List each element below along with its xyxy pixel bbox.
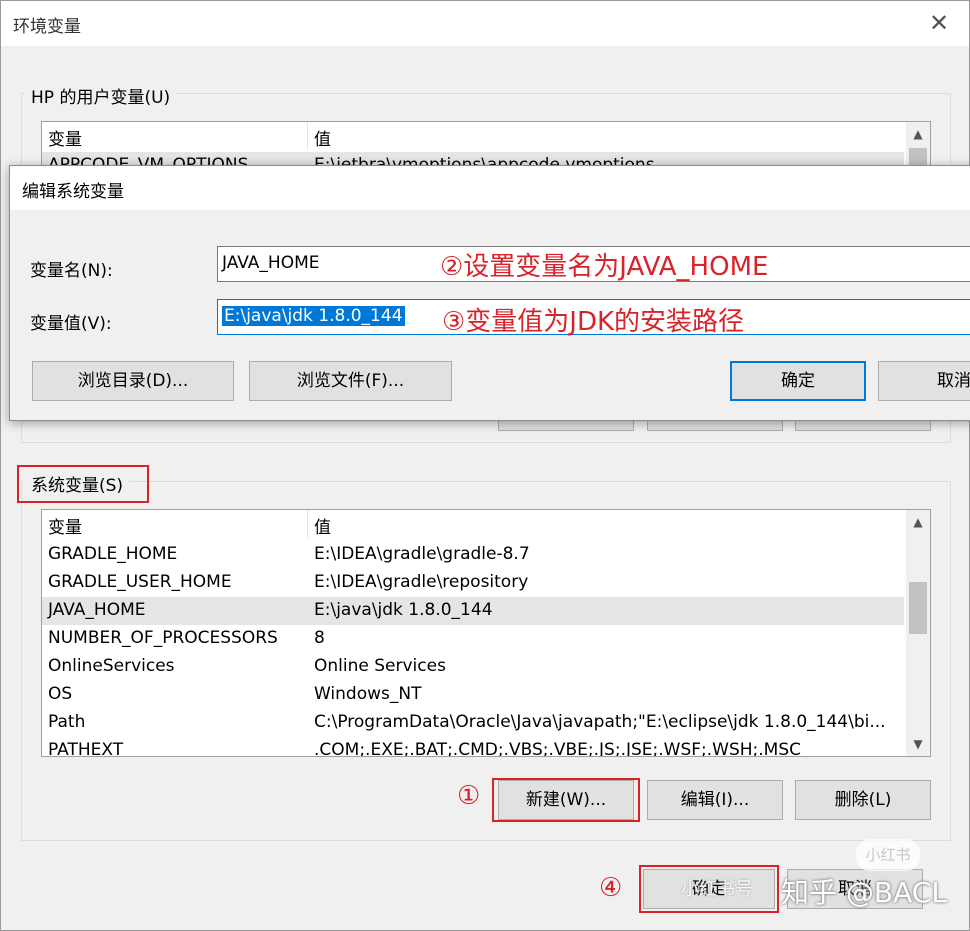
- column-header-variable[interactable]: 变量: [48, 125, 82, 150]
- annotation-box-new: [492, 778, 640, 822]
- variable-name: NUMBER_OF_PROCESSORS: [48, 628, 278, 648]
- scroll-up-icon[interactable]: ▲: [906, 122, 930, 146]
- variable-value: Online Services: [314, 656, 446, 676]
- annotation-step2: ②设置变量名为JAVA_HOME: [440, 252, 769, 282]
- dialog-ok-button[interactable]: 确定: [730, 361, 866, 401]
- scroll-up-icon[interactable]: ▲: [906, 510, 930, 534]
- variable-name-value: JAVA_HOME: [222, 253, 320, 273]
- variable-name: JAVA_HOME: [48, 600, 146, 620]
- variable-name: PATHEXT: [48, 740, 124, 757]
- variable-value: E:\IDEA\gradle\gradle-8.7: [314, 544, 530, 564]
- list-header: 变量 值: [42, 122, 930, 150]
- annotation-box-system-vars: [17, 465, 149, 503]
- dialog-titlebar: 编辑系统变量: [10, 166, 970, 210]
- variable-value: .COM;.EXE;.BAT;.CMD;.VBS;.VBE;.JS;.JSE;.…: [314, 740, 802, 757]
- table-row[interactable]: GRADLE_USER_HOME E:\IDEA\gradle\reposito…: [42, 569, 904, 597]
- table-row[interactable]: OnlineServices Online Services: [42, 653, 904, 681]
- scroll-down-icon[interactable]: ▼: [906, 732, 930, 756]
- variable-value: E:\IDEA\gradle\repository: [314, 572, 529, 592]
- annotation-step1: ①: [457, 781, 481, 811]
- variable-name: GRADLE_USER_HOME: [48, 572, 232, 592]
- dialog-title: 编辑系统变量: [22, 182, 124, 202]
- table-row-selected[interactable]: JAVA_HOME E:\java\jdk 1.8.0_144: [42, 597, 904, 625]
- zhihu-watermark: 知乎 @BACL: [781, 876, 947, 909]
- scroll-thumb[interactable]: [909, 582, 927, 634]
- table-row[interactable]: GRADLE_HOME E:\IDEA\gradle\gradle-8.7: [42, 541, 904, 569]
- variable-value: Windows_NT: [314, 684, 422, 704]
- variable-name: Path: [48, 712, 86, 732]
- variable-value: E:\java\jdk 1.8.0_144: [314, 600, 493, 620]
- dialog-cancel-button[interactable]: 取消: [878, 361, 970, 401]
- variable-name: OnlineServices: [48, 656, 175, 676]
- variable-value: C:\ProgramData\Oracle\Java\javapath;"E:\…: [314, 712, 886, 732]
- list-header: 变量 值: [42, 510, 930, 538]
- window-title: 环境变量: [13, 17, 81, 37]
- browse-file-button[interactable]: 浏览文件(F)...: [249, 361, 452, 401]
- column-header-value[interactable]: 值: [314, 125, 331, 150]
- variable-value: 8: [314, 628, 325, 648]
- edit-system-variable-dialog: 编辑系统变量 变量名(N): JAVA_HOME ②设置变量名为JAVA_HOM…: [9, 165, 970, 421]
- variable-value-value: E:\java\jdk 1.8.0_144: [222, 306, 405, 326]
- system-list-scrollbar[interactable]: ▲ ▼: [906, 510, 930, 756]
- user-variables-label: HP 的用户变量(U): [25, 83, 177, 108]
- browse-directory-button[interactable]: 浏览目录(D)...: [32, 361, 234, 401]
- table-row[interactable]: OS Windows_NT: [42, 681, 904, 709]
- annotation-step3: ③变量值为JDK的安装路径: [442, 307, 745, 337]
- annotation-step4: ④: [599, 873, 623, 903]
- window-titlebar: 环境变量 ✕: [1, 1, 969, 46]
- xiaohongshu-badge: 小红书: [856, 839, 920, 871]
- variable-value-label: 变量值(V):: [30, 314, 112, 334]
- close-icon[interactable]: ✕: [927, 9, 951, 37]
- environment-variables-window: 环境变量 ✕ HP 的用户变量(U) 变量 值 APPCODE_VM_OPTIO…: [0, 0, 970, 931]
- xiaohongshu-watermark: 小红书号: [681, 879, 753, 900]
- column-header-value[interactable]: 值: [314, 513, 331, 538]
- table-row[interactable]: PATHEXT .COM;.EXE;.BAT;.CMD;.VBS;.VBE;.J…: [42, 737, 904, 757]
- delete-variable-button[interactable]: 删除(L): [795, 780, 931, 820]
- variable-name: GRADLE_HOME: [48, 544, 178, 564]
- column-divider[interactable]: [307, 510, 308, 538]
- variable-name-label: 变量名(N):: [30, 261, 113, 281]
- column-divider[interactable]: [307, 122, 308, 150]
- system-variables-list[interactable]: 变量 值 GRADLE_HOME E:\IDEA\gradle\gradle-8…: [41, 509, 931, 757]
- table-row[interactable]: Path C:\ProgramData\Oracle\Java\javapath…: [42, 709, 904, 737]
- edit-variable-button[interactable]: 编辑(I)...: [647, 780, 783, 820]
- variable-name: OS: [48, 684, 73, 704]
- column-header-variable[interactable]: 变量: [48, 513, 82, 538]
- table-row[interactable]: NUMBER_OF_PROCESSORS 8: [42, 625, 904, 653]
